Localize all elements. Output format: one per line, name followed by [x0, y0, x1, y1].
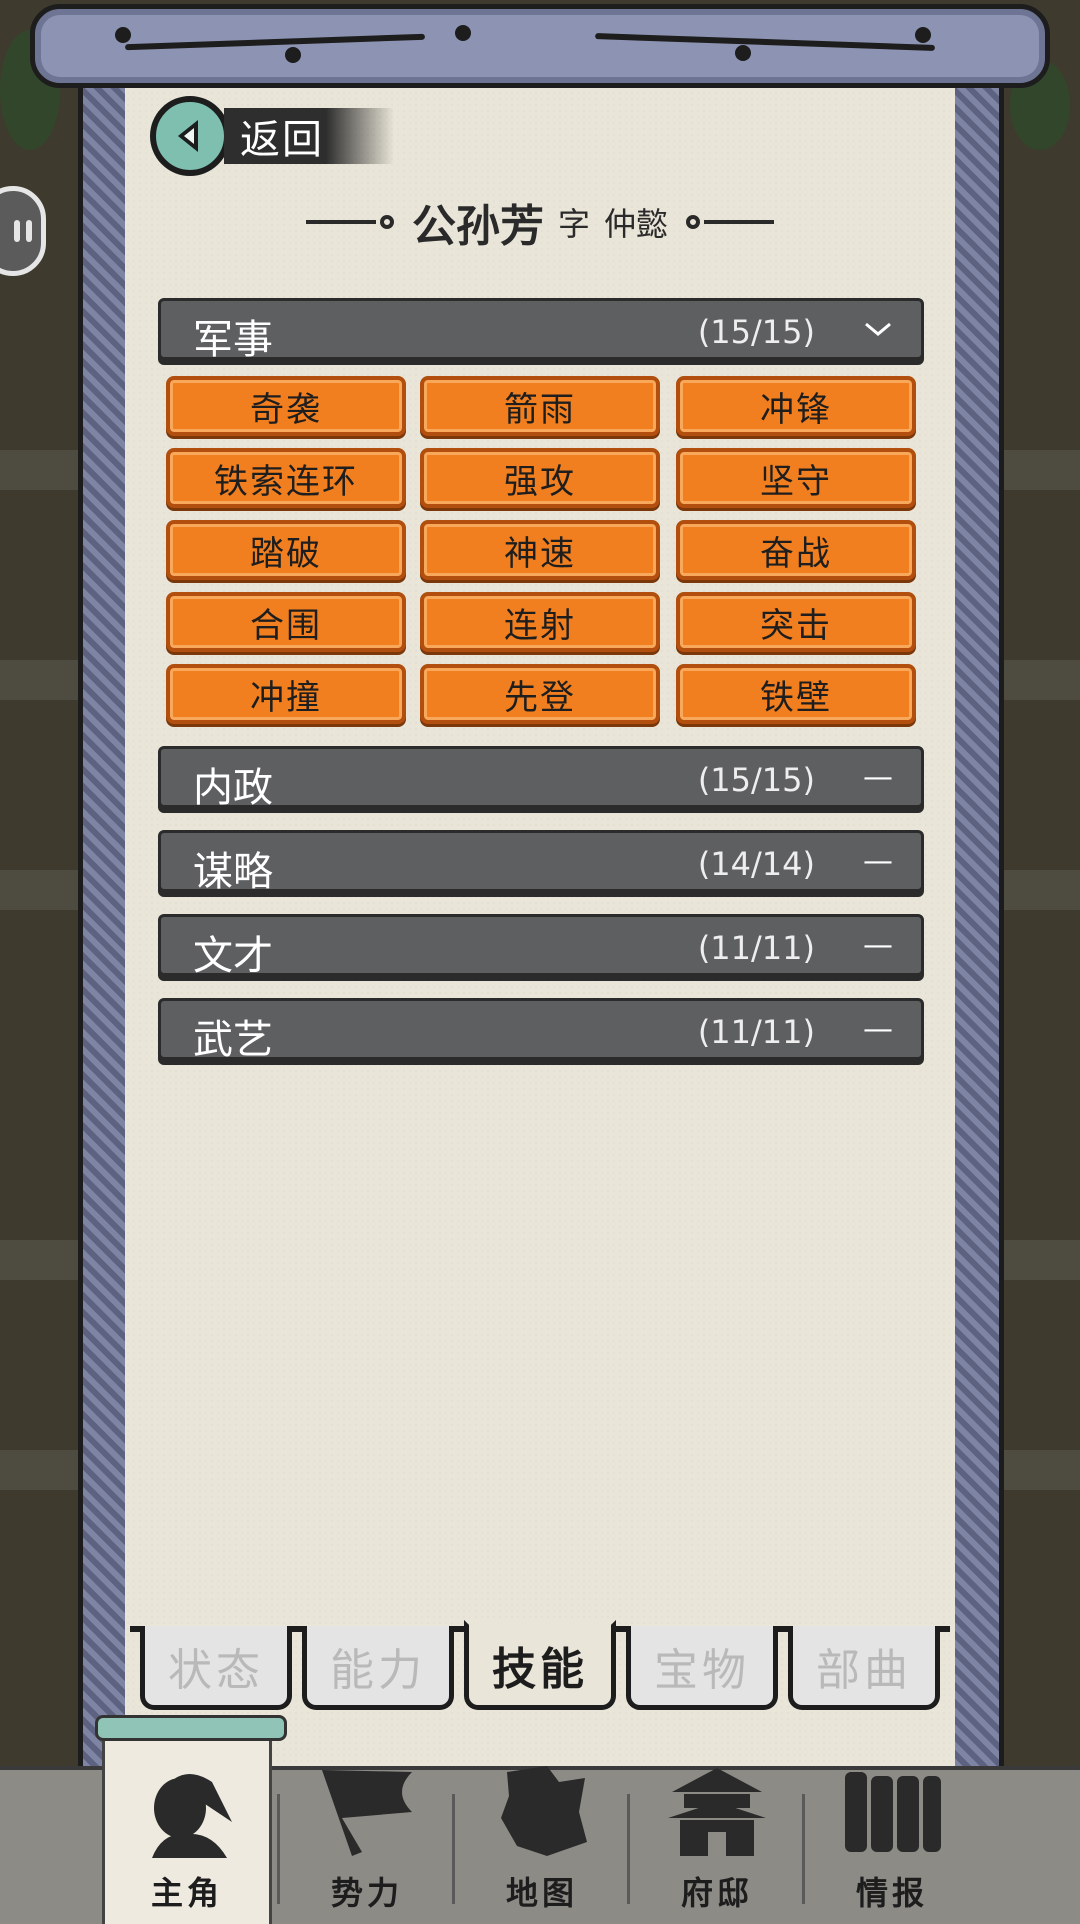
- hero-portrait-icon: [132, 1762, 242, 1858]
- skill-button[interactable]: 冲锋: [676, 376, 916, 436]
- expand-dash-icon[interactable]: —: [863, 1009, 893, 1049]
- title-ornament-right: [704, 220, 775, 224]
- category-label: 军事: [193, 317, 273, 363]
- scroll-right-border: [950, 70, 1004, 1780]
- pause-button[interactable]: [0, 186, 46, 276]
- tab-retainers[interactable]: 部曲: [788, 1626, 940, 1710]
- skill-button[interactable]: 突击: [676, 592, 916, 652]
- pause-icon: [14, 220, 20, 242]
- category-count: (15/15): [697, 761, 815, 799]
- skill-button[interactable]: 冲撞: [166, 664, 406, 724]
- nav-intel[interactable]: 情报: [807, 1770, 977, 1924]
- skill-button[interactable]: 铁索连环: [166, 448, 406, 508]
- category-military[interactable]: 军事 (15/15): [158, 298, 924, 363]
- intel-scrolls-icon: [837, 1762, 947, 1858]
- skill-button[interactable]: 铁壁: [676, 664, 916, 724]
- nav-label: 主角: [150, 1874, 223, 1912]
- category-label: 文才: [193, 933, 273, 979]
- courtesy-name: 仲懿: [604, 205, 669, 243]
- skill-button[interactable]: 坚守: [676, 448, 916, 508]
- category-count: (11/11): [697, 929, 815, 967]
- tab-treasure[interactable]: 宝物: [626, 1626, 778, 1710]
- category-civil-affairs[interactable]: 内政 (15/15) —: [158, 746, 924, 811]
- skill-button[interactable]: 奋战: [676, 520, 916, 580]
- nav-map[interactable]: 地图: [457, 1766, 627, 1924]
- scroll-left-border: [78, 70, 132, 1780]
- expand-dash-icon[interactable]: —: [863, 925, 893, 965]
- skill-button[interactable]: 先登: [420, 664, 660, 724]
- map-icon: [487, 1762, 597, 1858]
- category-literary[interactable]: 文才 (11/11) —: [158, 914, 924, 979]
- category-count: (14/14): [697, 845, 815, 883]
- character-name: 公孙芳: [411, 201, 544, 252]
- category-count: (11/11): [697, 1013, 815, 1051]
- back-label: 返回: [224, 108, 394, 164]
- tab-ability[interactable]: 能力: [302, 1626, 454, 1710]
- category-martial[interactable]: 武艺 (11/11) —: [158, 998, 924, 1063]
- skill-button[interactable]: 强攻: [420, 448, 660, 508]
- category-label: 武艺: [193, 1017, 273, 1063]
- mansion-icon: [662, 1762, 772, 1858]
- expand-dash-icon[interactable]: —: [863, 841, 893, 881]
- faction-flag-icon: [312, 1762, 422, 1858]
- category-label: 谋略: [193, 849, 273, 895]
- nav-label: 地图: [505, 1874, 578, 1912]
- skill-button[interactable]: 神速: [420, 520, 660, 580]
- courtesy-label: 字: [557, 205, 590, 243]
- tab-skills[interactable]: 技能: [464, 1620, 616, 1710]
- back-button[interactable]: 返回: [150, 96, 394, 176]
- skill-button[interactable]: 连射: [420, 592, 660, 652]
- back-arrow-icon: [150, 96, 230, 176]
- skill-button[interactable]: 奇袭: [166, 376, 406, 436]
- character-title: 公孙芳 字 仲懿: [300, 192, 780, 252]
- category-count: (15/15): [697, 313, 815, 351]
- bottom-nav: 主角 势力 地图 府邸 情报: [0, 1715, 1080, 1924]
- title-ornament-left: [305, 220, 376, 224]
- scroll-top-rod: [30, 4, 1050, 88]
- nav-label: 府邸: [680, 1874, 753, 1912]
- nav-label: 情报: [855, 1874, 928, 1912]
- category-strategy[interactable]: 谋略 (14/14) —: [158, 830, 924, 895]
- skill-button[interactable]: 合围: [166, 592, 406, 652]
- nav-faction[interactable]: 势力: [282, 1770, 452, 1924]
- skill-button[interactable]: 踏破: [166, 520, 406, 580]
- tab-status[interactable]: 状态: [140, 1626, 292, 1710]
- nav-hero[interactable]: 主角: [95, 1715, 287, 1924]
- nav-mansion[interactable]: 府邸: [632, 1768, 802, 1924]
- collapse-chevron-icon[interactable]: [863, 309, 893, 349]
- nav-label: 势力: [330, 1874, 403, 1912]
- expand-dash-icon[interactable]: —: [863, 757, 893, 797]
- category-label: 内政: [193, 765, 273, 811]
- skill-button[interactable]: 箭雨: [420, 376, 660, 436]
